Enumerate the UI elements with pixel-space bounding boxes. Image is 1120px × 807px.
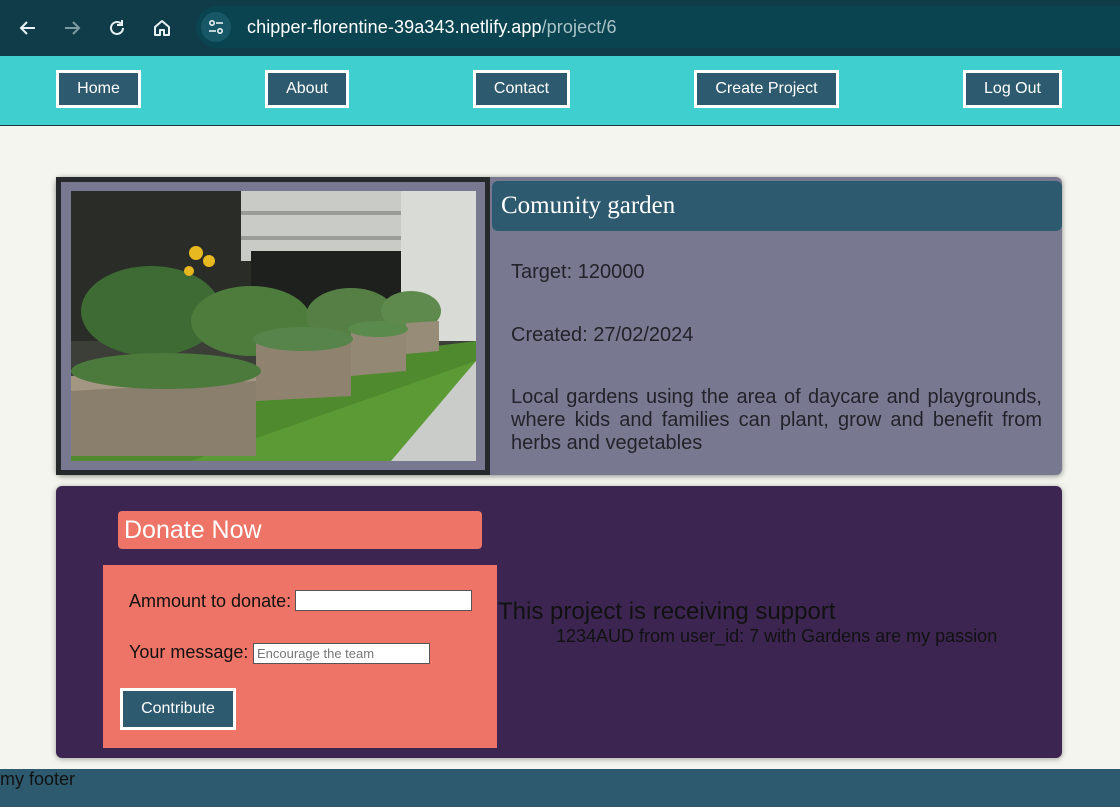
nav-create-project-button[interactable]: Create Project: [694, 70, 839, 108]
arrow-left-icon[interactable]: [12, 12, 44, 44]
home-icon[interactable]: [146, 12, 178, 44]
site-nav: Home About Contact Create Project Log Ou…: [0, 56, 1120, 126]
tune-icon[interactable]: [201, 12, 231, 42]
pledge-item: 1234AUD from user_id: 7 with Gardens are…: [556, 626, 998, 646]
address-bar[interactable]: chipper-florentine-39a343.netlify.app/pr…: [196, 6, 1120, 48]
footer-text: my footer: [0, 769, 76, 789]
arrow-right-icon[interactable]: [56, 12, 88, 44]
donate-title: Donate Now: [124, 515, 262, 544]
support-title: This project is receiving support: [498, 598, 836, 625]
message-input[interactable]: Encourage the team: [253, 643, 430, 664]
project-target: Target: 120000: [511, 261, 645, 283]
project-title-bar: Comunity garden: [492, 181, 1062, 231]
url-path: /project/6: [541, 16, 617, 37]
contribute-button[interactable]: Contribute: [120, 688, 236, 730]
footer: my footer: [0, 769, 1120, 807]
browser-toolbar: chipper-florentine-39a343.netlify.app/pr…: [0, 0, 1120, 56]
project-image: [71, 191, 476, 461]
nav-contact-button[interactable]: Contact: [473, 70, 570, 108]
message-label: Your message:: [129, 642, 249, 662]
nav-logout-button[interactable]: Log Out: [963, 70, 1062, 108]
donation-form: Ammount to donate: Your message: Encoura…: [103, 565, 497, 748]
amount-label: Ammount to donate:: [129, 591, 292, 611]
project-title: Comunity garden: [501, 192, 676, 219]
project-card: Comunity garden Target: 120000 Created: …: [56, 177, 1062, 475]
nav-about-button[interactable]: About: [265, 70, 349, 108]
url-host: chipper-florentine-39a343.netlify.app: [247, 16, 542, 37]
donate-section: Donate Now Ammount to donate: Your messa…: [56, 486, 1062, 758]
reload-icon[interactable]: [101, 12, 133, 44]
donate-title-bar: Donate Now: [118, 511, 482, 549]
url-text: chipper-florentine-39a343.netlify.app/pr…: [247, 17, 617, 38]
project-description: Local gardens using the area of daycare …: [511, 386, 1042, 454]
project-created-date: Created: 27/02/2024: [511, 324, 694, 346]
project-image-frame: [56, 177, 490, 475]
nav-home-button[interactable]: Home: [56, 70, 141, 108]
amount-input[interactable]: [295, 590, 472, 611]
